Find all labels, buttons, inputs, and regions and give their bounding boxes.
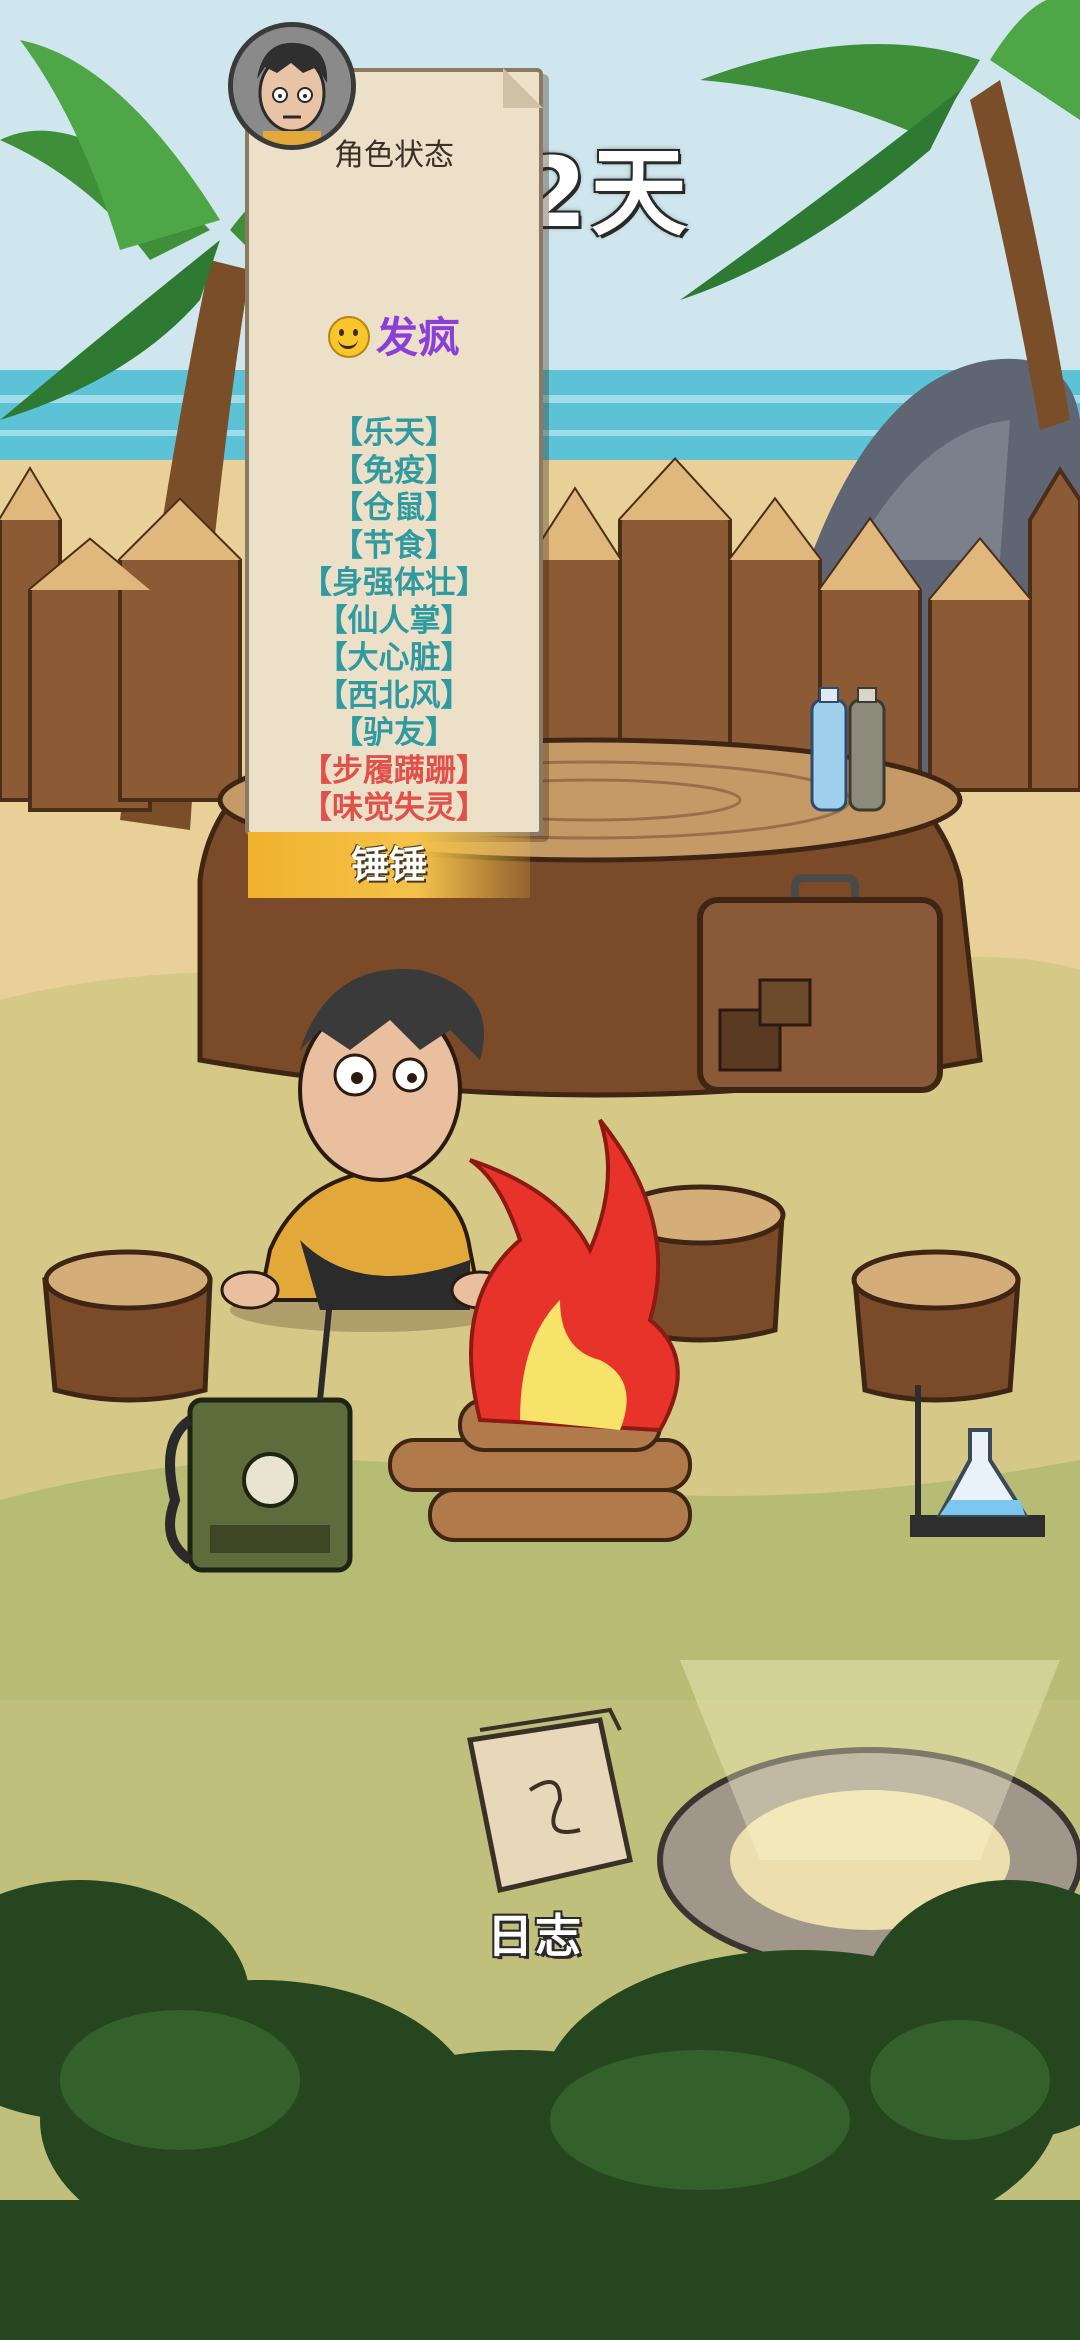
- day-counter: 2天: [520, 137, 691, 249]
- trait-item: 【乐天】: [332, 415, 456, 451]
- paper-corner-fold: [503, 68, 543, 108]
- negative-trait-item: 【步履蹒跚】: [301, 752, 487, 789]
- negative-trait-item: 【味觉失灵】: [301, 790, 487, 826]
- trait-item: 【仙人掌】: [316, 602, 472, 639]
- trait-item: 【大心脏】: [316, 640, 472, 676]
- trait-item: 【节食】: [332, 527, 456, 564]
- mood-status: 发疯: [249, 304, 539, 365]
- character-avatar[interactable]: [228, 22, 356, 150]
- smiley-face-icon: [327, 316, 370, 358]
- mood-label: 发疯: [375, 313, 460, 362]
- character-name-plate[interactable]: 锤锤: [248, 832, 530, 898]
- small-stump-left: [42, 1249, 213, 1403]
- trait-item: 【西北风】: [316, 677, 472, 714]
- suitcase: [697, 874, 943, 1093]
- trait-item: 【身强体壮】: [301, 565, 487, 601]
- character-status-panel[interactable]: 角色状态 发疯 【乐天】 【免疫】 【仓鼠】 【节食】 【身强体壮】 【仙人掌】…: [245, 68, 543, 836]
- journal-book-icon: [467, 1707, 633, 1894]
- small-stump-right: [851, 1249, 1021, 1403]
- avatar-portrait-icon: [233, 27, 351, 145]
- trait-item: 【免疫】: [332, 452, 456, 489]
- trait-item: 【仓鼠】: [332, 490, 456, 526]
- trait-list: 【乐天】 【免疫】 【仓鼠】 【节食】 【身强体壮】 【仙人掌】 【大心脏】 【…: [249, 415, 539, 828]
- journal-button[interactable]: 日志: [487, 1900, 583, 1966]
- trait-item: 【驴友】: [332, 715, 456, 751]
